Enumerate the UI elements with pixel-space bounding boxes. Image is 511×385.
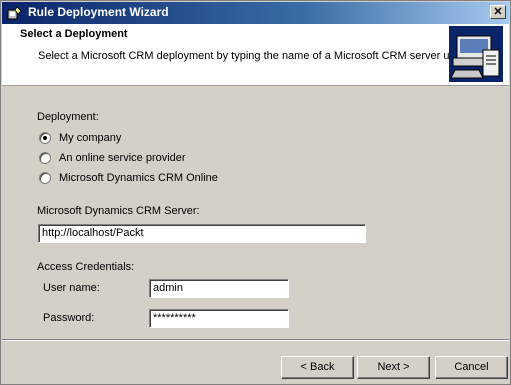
deployment-label: Deployment:	[37, 111, 99, 123]
radio-label: Microsoft Dynamics CRM Online	[59, 172, 218, 184]
title-bar[interactable]: Rule Deployment Wizard ✕	[2, 2, 509, 24]
wizard-app-icon	[7, 6, 22, 20]
username-label: User name:	[43, 282, 100, 294]
next-button[interactable]: Next >	[357, 356, 430, 379]
credentials-label: Access Credentials:	[37, 261, 135, 273]
server-label: Microsoft Dynamics CRM Server:	[37, 205, 200, 217]
radio-button[interactable]	[39, 172, 51, 184]
back-button[interactable]: < Back	[281, 356, 354, 379]
page-subtitle: Select a Microsoft CRM deployment by typ…	[38, 50, 459, 62]
radio-label: An online service provider	[59, 152, 186, 164]
footer-separator	[2, 339, 509, 341]
server-url-input[interactable]: http://localhost/Packt	[38, 224, 366, 243]
window-title: Rule Deployment Wizard	[28, 5, 169, 19]
radio-button[interactable]	[39, 152, 51, 164]
close-icon[interactable]: ✕	[490, 5, 506, 19]
radio-label: My company	[59, 132, 122, 144]
password-label: Password:	[43, 312, 95, 324]
username-input[interactable]: admin	[149, 279, 289, 298]
radio-crm-online[interactable]: Microsoft Dynamics CRM Online	[39, 170, 218, 186]
radio-my-company[interactable]: My company	[39, 130, 121, 146]
wizard-header: Select a Deployment Select a Microsoft C…	[2, 24, 509, 86]
computer-server-icon	[449, 26, 503, 82]
page-title: Select a Deployment	[20, 28, 128, 40]
cancel-button[interactable]: Cancel	[435, 356, 508, 379]
wizard-window: Rule Deployment Wizard ✕ Select a Deploy…	[0, 0, 511, 385]
radio-online-service-provider[interactable]: An online service provider	[39, 150, 186, 166]
password-input[interactable]: **********	[149, 309, 289, 328]
radio-button[interactable]	[39, 132, 51, 144]
